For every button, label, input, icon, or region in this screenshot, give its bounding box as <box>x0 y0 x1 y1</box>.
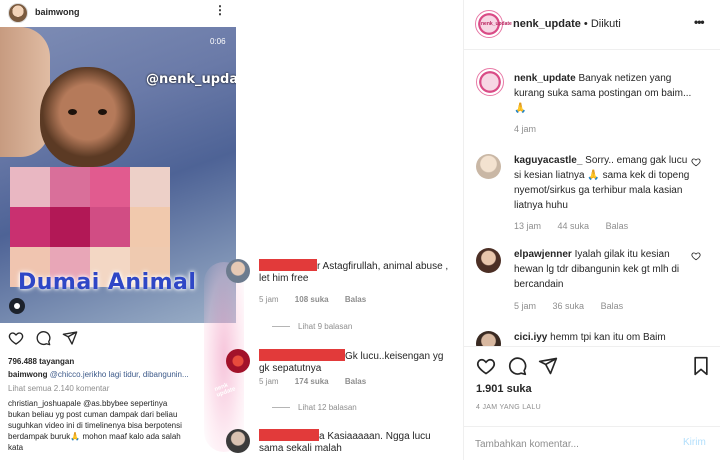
comment-time: 5 jam <box>259 295 279 304</box>
account-avatar[interactable]: nenk_update <box>475 10 512 38</box>
commenter-avatar[interactable] <box>476 154 501 179</box>
comment-time: 13 jam <box>514 221 542 231</box>
sound-icon[interactable] <box>9 298 25 314</box>
follow-status[interactable]: • Diikuti <box>584 18 621 30</box>
commenter-avatar[interactable] <box>226 429 250 453</box>
post-actions: 1.901 suka 4 JAM YANG LALU <box>464 346 720 426</box>
commenter-avatar[interactable] <box>476 331 501 346</box>
reply-button[interactable]: Balas <box>345 295 366 304</box>
comment-meta: 5 jam 36 suka Balas <box>514 301 637 311</box>
comment-username[interactable]: elpawjenner <box>514 249 572 260</box>
post-header-user: nenk_update • Diikuti <box>513 18 621 30</box>
more-options-icon[interactable]: ⋮ <box>214 3 226 17</box>
monkey-image <box>40 67 135 167</box>
like-icon[interactable] <box>8 330 24 346</box>
commenter-avatar[interactable] <box>226 259 250 283</box>
comment-meta: 13 jam 44 suka Balas <box>514 221 642 231</box>
comment-text: hemm tpi kan itu om Baim <box>550 332 666 343</box>
comment-time: 5 jam <box>514 301 537 311</box>
comment-username[interactable]: cici.iyy <box>514 332 547 343</box>
video-caption: Dumai Animal <box>18 270 197 295</box>
video-watermark: @nenk_update <box>146 72 236 87</box>
account-username[interactable]: nenk_update <box>513 18 581 30</box>
caption-time: 4 jam <box>514 124 537 134</box>
comment-body: elpawjenner Iyalah gilak itu kesian hewa… <box>514 247 694 292</box>
post-detail-panel: nenk_update nenk_update • Diikuti ••• ne… <box>463 0 720 460</box>
view-replies-link[interactable]: Lihat 12 balasan <box>272 403 357 412</box>
comment-line: suguhkan video ini di timelinenya bisa b… <box>8 421 182 430</box>
comment-text: r Astagfirullah, animal abuse , let him … <box>259 261 449 284</box>
left-post-comment: christian_joshuapale @as.bbybee sepertin… <box>8 398 182 453</box>
overlay-comments: r Astagfirullah, animal abuse , let him … <box>222 255 462 460</box>
reply-button[interactable]: Balas <box>606 221 629 231</box>
comment-meta: 5 jam 108 suka Balas <box>259 295 380 304</box>
comment-username[interactable]: kaguyacastle_ <box>514 155 582 166</box>
comment-likes[interactable]: 44 suka <box>558 221 590 231</box>
comment-text: a Kasiaaaaan. Ngga lucu sama sekali mala… <box>259 431 431 454</box>
comment-line: berdampak buruk🙏 mohon maaf kalo ada sal… <box>8 432 181 441</box>
caption-avatar[interactable] <box>476 68 504 96</box>
reply-button[interactable]: Balas <box>345 377 366 386</box>
comment-body: kaguyacastle_ Sorry.. emang gak lucu si … <box>514 153 694 213</box>
bookmark-icon[interactable] <box>691 356 711 376</box>
comment-icon[interactable] <box>35 330 51 346</box>
video-player[interactable]: 0:06 @nenk_update Dumai Animal <box>0 27 236 323</box>
video-timer: 0:06 <box>210 37 226 46</box>
comment-form: Kirim <box>464 426 720 460</box>
left-post-actions <box>0 330 236 352</box>
post-timestamp: 4 JAM YANG LALU <box>476 404 541 411</box>
comments-list[interactable]: nenk_update Banyak netizen yang kurang s… <box>464 51 720 346</box>
comment-likes[interactable]: 108 suka <box>295 295 329 304</box>
comment-icon[interactable] <box>507 356 527 376</box>
comment-like-icon[interactable] <box>691 251 701 263</box>
share-icon[interactable] <box>62 330 78 346</box>
left-post-avatar[interactable] <box>8 3 28 23</box>
reply-button[interactable]: Balas <box>601 301 624 311</box>
comment-line: bukan beliau yg post cuman dampak dari b… <box>8 410 178 419</box>
comment-like-icon[interactable] <box>691 157 701 169</box>
send-button[interactable]: Kirim <box>683 437 706 448</box>
comment-meta: 5 jam 174 suka Balas <box>259 377 380 386</box>
view-count: 796.488 tayangan <box>8 357 75 366</box>
comment-line: christian_joshuapale @as.bbybee sepertin… <box>8 399 168 408</box>
commenter-avatar[interactable] <box>226 349 250 373</box>
more-options-icon[interactable]: ••• <box>694 15 705 29</box>
like-icon[interactable] <box>476 356 496 376</box>
caption-body: nenk_update Banyak netizen yang kurang s… <box>514 71 694 116</box>
logo-text: nenk_update <box>481 21 512 27</box>
caption-username[interactable]: baimwong <box>8 370 48 379</box>
comment-text: Gk lucu..keisengan yg gk sepatutnya <box>259 351 444 374</box>
share-icon[interactable] <box>538 356 558 376</box>
view-replies-link[interactable]: Lihat 9 balasan <box>272 322 352 331</box>
left-post-screenshot: baimwong ⋮ 0:06 @nenk_update Dumai Anima… <box>0 0 236 460</box>
left-post-header: baimwong ⋮ <box>0 0 236 27</box>
left-post-caption: baimwong @chicco.jerikho lagi tidur, dib… <box>8 370 189 379</box>
comment-likes[interactable]: 36 suka <box>553 301 585 311</box>
commenter-avatar[interactable] <box>476 248 501 273</box>
comment-likes[interactable]: 174 suka <box>295 377 329 386</box>
post-header: nenk_update nenk_update • Diikuti ••• <box>464 0 720 50</box>
monkey-eye <box>68 109 77 115</box>
comment-time: 5 jam <box>259 377 279 386</box>
view-all-comments-link[interactable]: Lihat semua 2.140 komentar <box>8 384 109 393</box>
caption-username[interactable]: nenk_update <box>514 73 576 84</box>
caption-text: @chicco.jerikho lagi tidur, dibangunin..… <box>49 370 189 379</box>
left-post-username[interactable]: baimwong <box>35 7 80 17</box>
monkey-eye <box>98 109 107 115</box>
comment-body: cici.iyy hemm tpi kan itu om Baim <box>514 330 694 345</box>
comment-line: kata <box>8 443 24 452</box>
comment-input[interactable] <box>475 435 665 453</box>
like-count[interactable]: 1.901 suka <box>476 383 532 395</box>
